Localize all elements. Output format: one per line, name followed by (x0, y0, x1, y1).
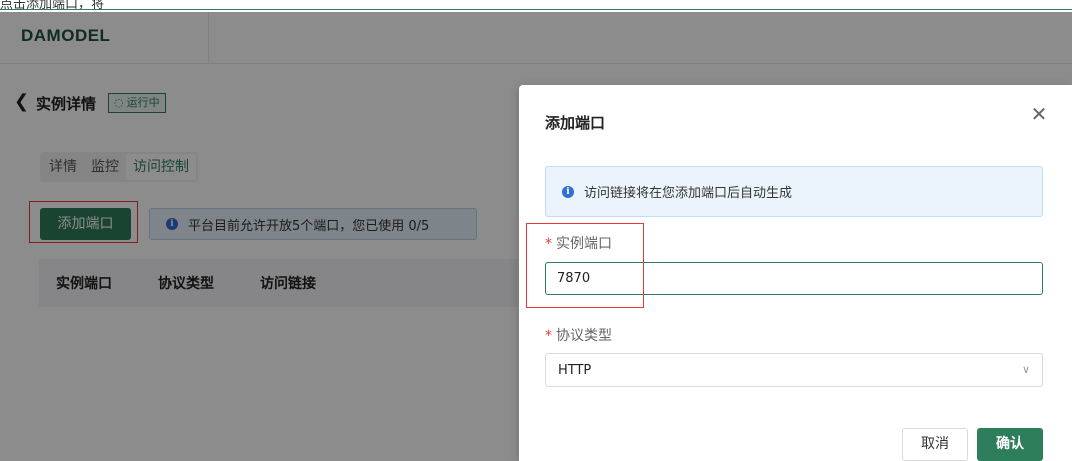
info-icon: i (166, 218, 178, 230)
close-icon[interactable]: ✕ (1029, 104, 1049, 124)
chevron-down-icon: ∨ (1021, 363, 1030, 376)
confirm-button[interactable]: 确认 (977, 428, 1043, 461)
add-port-button[interactable]: 添加端口 (40, 208, 131, 240)
protocol-selected-value: HTTP (558, 362, 592, 378)
dialog-title: 添加端口 (545, 114, 606, 132)
port-limit-text: 平台目前允许开放5个端口，您已使用 0/5 (188, 218, 430, 234)
status-text: 运行中 (126, 96, 160, 109)
tab-details[interactable]: 详情 (42, 154, 84, 180)
dialog-notice-text: 访问链接将在您添加端口后自动生成 (584, 186, 793, 201)
page-title: 实例详情 (36, 94, 97, 113)
port-limit-notice: i 平台目前允许开放5个端口，您已使用 0/5 (149, 208, 477, 240)
top-accent-bar (0, 9, 1072, 10)
top-strip: 点击添加端口，将 (0, 0, 1072, 10)
port-field-label: * 实例端口 (545, 233, 612, 253)
required-mark: * (545, 236, 552, 252)
add-port-dialog: 添加端口 ✕ i 访问链接将在您添加端口后自动生成 *实例端口 *协议类型 HT… (519, 85, 1072, 461)
ports-table-header: 实例端口 协议类型 访问链接 (39, 259, 579, 307)
protocol-label-text: 协议类型 (556, 328, 612, 344)
back-arrow-icon[interactable]: ❮ (14, 92, 32, 114)
spinner-icon: ◌ (114, 96, 124, 109)
required-mark: * (545, 328, 552, 344)
protocol-field-label: * 协议类型 (545, 325, 612, 345)
column-header-link: 访问链接 (260, 276, 316, 292)
tab-bar: 详情 监控 访问控制 (40, 152, 198, 182)
title-row: ❮ 实例详情 ◌ 运行中 (14, 92, 166, 114)
column-header-protocol: 协议类型 (158, 276, 214, 292)
dialog-info-notice: i 访问链接将在您添加端口后自动生成 (545, 166, 1043, 217)
tab-access-control[interactable]: 访问控制 (126, 154, 196, 180)
tab-monitor[interactable]: 监控 (84, 154, 126, 180)
logo[interactable]: DAMODEL (21, 26, 110, 46)
status-badge: ◌ 运行中 (108, 93, 166, 113)
protocol-select[interactable]: HTTP ∨ (545, 353, 1043, 387)
port-input[interactable] (545, 262, 1043, 295)
cancel-button[interactable]: 取消 (902, 428, 968, 461)
header-divider (208, 12, 209, 64)
app-header: DAMODEL (0, 12, 1072, 64)
info-icon: i (562, 185, 574, 198)
column-header-port: 实例端口 (56, 276, 112, 292)
port-label-text: 实例端口 (556, 236, 612, 252)
